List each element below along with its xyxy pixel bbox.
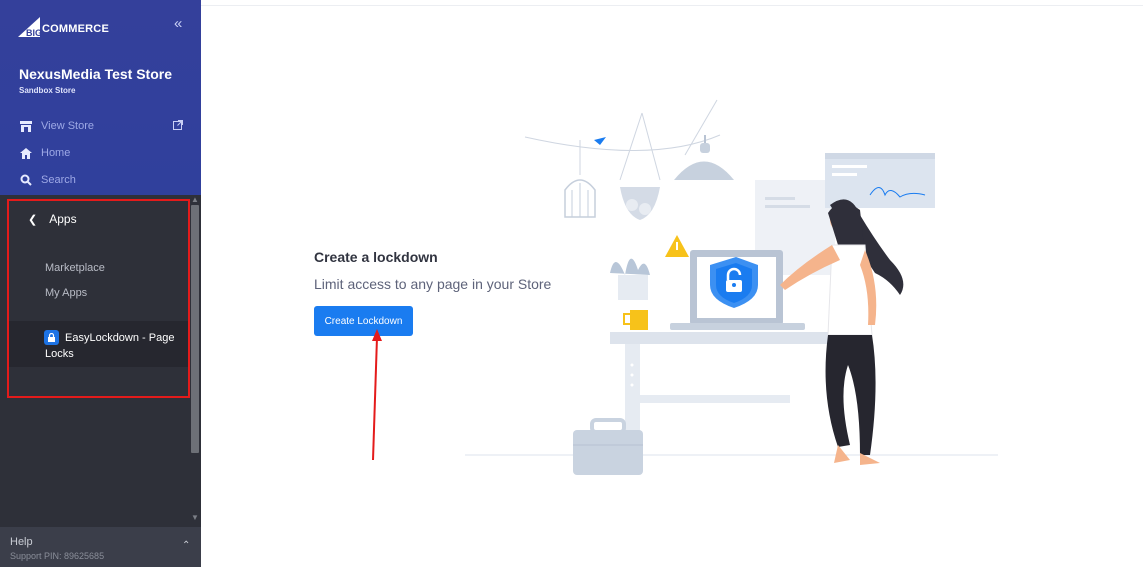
external-link-icon[interactable] xyxy=(173,120,183,133)
nav-search[interactable]: Search xyxy=(19,174,76,186)
storefront-icon xyxy=(19,120,33,132)
scroll-up-icon[interactable]: ▲ xyxy=(191,195,199,204)
annotation-arrow-icon xyxy=(372,329,382,461)
nav-view-store[interactable]: View Store xyxy=(19,120,94,132)
sidebar-header: BIG COMMERCE « NexusMedia Test Store San… xyxy=(0,0,201,195)
scroll-down-icon[interactable]: ▼ xyxy=(191,513,199,522)
bigcommerce-logo[interactable]: BIG COMMERCE xyxy=(18,17,109,37)
top-divider xyxy=(201,5,1143,6)
nav-home[interactable]: Home xyxy=(19,147,70,159)
nav-label: Home xyxy=(41,147,71,159)
help-title: Help xyxy=(10,536,33,548)
scroll-thumb[interactable] xyxy=(191,205,199,453)
help-panel[interactable]: Help Support PIN: 89625685 ⌃ xyxy=(0,527,201,567)
nav-label: View Store xyxy=(41,120,94,132)
home-icon xyxy=(19,147,33,159)
store-type: Sandbox Store xyxy=(19,86,76,95)
collapse-sidebar-icon[interactable]: « xyxy=(174,15,182,32)
search-icon xyxy=(19,174,33,186)
store-name: NexusMedia Test Store xyxy=(19,66,173,82)
support-pin: Support PIN: 89625685 xyxy=(10,551,105,561)
app-window: BIG COMMERCE « NexusMedia Test Store San… xyxy=(0,0,1143,567)
logo-text: COMMERCE xyxy=(42,23,109,35)
nav-label: Search xyxy=(41,174,76,186)
sidebar-scrollbar[interactable]: ▲ ▼ xyxy=(190,195,200,527)
bigcommerce-logo-mark-icon: BIG xyxy=(18,17,42,37)
logo-big-text: BIG xyxy=(26,28,42,37)
annotation-highlight-box xyxy=(7,199,190,398)
lockdown-illustration xyxy=(465,99,998,475)
chevron-up-icon[interactable]: ⌃ xyxy=(182,540,190,551)
